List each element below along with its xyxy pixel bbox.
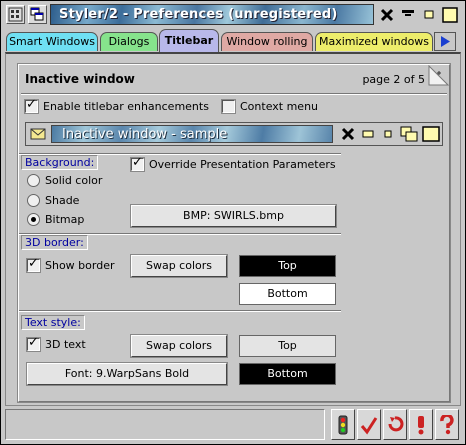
sample-minimize-icon (384, 130, 392, 138)
context-menu-checkbox[interactable] (221, 99, 236, 114)
traffic-light-icon (338, 415, 348, 435)
tab-scroll-right-button[interactable] (434, 32, 456, 51)
exclamation-icon (418, 416, 424, 435)
undo-button[interactable] (383, 409, 407, 440)
notebook-pane: Inactive window page 2 of 5 ✓ Enable tit… (5, 52, 461, 406)
border-top-color-swatch[interactable]: Top (239, 255, 336, 277)
maximize-icon[interactable] (442, 7, 458, 23)
header-divider (21, 93, 447, 95)
text3d-checkbox[interactable]: ✓ (26, 336, 41, 352)
shade-radio[interactable] (27, 194, 40, 207)
text3d-label[interactable]: 3D text (45, 338, 86, 351)
preferences-window: Styler/2 - Preferences (unregistered) Sm… (0, 0, 466, 445)
tab-bar: Smart Windows Dialogs Titlebar Window ro… (2, 29, 464, 53)
help-button[interactable] (435, 409, 459, 440)
status-bar (5, 409, 325, 440)
sample-title: Inactive window - sample (62, 127, 228, 142)
sample-maximize-icon (422, 126, 440, 142)
tab-dialogs[interactable]: Dialogs (100, 32, 158, 51)
arrow-right-icon (441, 36, 450, 47)
checkmark-icon (360, 417, 378, 435)
tab-smart-windows[interactable]: Smart Windows (6, 32, 98, 51)
envelope-icon (30, 128, 46, 140)
bitmap-radio[interactable] (27, 213, 40, 226)
title-strip[interactable]: Styler/2 - Preferences (unregistered) (50, 4, 374, 25)
border-bottom-color-swatch[interactable]: Bottom (239, 283, 336, 305)
shade-label[interactable]: Shade (45, 194, 79, 207)
enable-titlebar-checkbox[interactable]: ✓ (24, 98, 39, 114)
tab-titlebar[interactable]: Titlebar (159, 29, 219, 52)
window-title: Styler/2 - Preferences (unregistered) (59, 7, 338, 22)
page-header: Inactive window page 2 of 5 (19, 65, 449, 93)
sample-restore-icon (400, 126, 418, 142)
solid-color-label[interactable]: Solid color (45, 174, 102, 187)
titlebar-sample: Inactive window - sample (25, 122, 443, 146)
context-menu-label[interactable]: Context menu (240, 100, 318, 113)
text-bottom-color-swatch[interactable]: Bottom (239, 363, 336, 385)
hide-icon[interactable] (400, 7, 416, 23)
title-bar[interactable]: Styler/2 - Preferences (unregistered) (2, 2, 464, 27)
border-swap-colors-button[interactable]: Swap colors (130, 254, 228, 278)
close-icon[interactable] (379, 7, 395, 23)
text-swap-colors-button[interactable]: Swap colors (130, 334, 228, 358)
tab-window-rolling[interactable]: Window rolling (221, 32, 313, 51)
text-top-color-swatch[interactable]: Top (239, 335, 336, 357)
tab-maximized-windows[interactable]: Maximized windows (315, 32, 433, 51)
sample-close-icon (341, 127, 355, 141)
bitmap-label[interactable]: Bitmap (45, 213, 84, 226)
bitmap-file-button[interactable]: BMP: SWIRLS.bmp (130, 204, 337, 228)
border-group-label: 3D border: (21, 235, 88, 250)
apply-button[interactable] (357, 409, 381, 440)
traffic-light-button[interactable] (331, 409, 355, 440)
windows-icon[interactable] (28, 5, 47, 24)
enable-titlebar-label[interactable]: Enable titlebar enhancements (43, 100, 209, 113)
system-menu-icon[interactable] (6, 5, 25, 24)
settings-page: Inactive window page 2 of 5 ✓ Enable tit… (17, 63, 451, 403)
page-title: Inactive window (25, 72, 135, 86)
font-button[interactable]: Font: 9.WarpSans Bold (26, 362, 228, 386)
page-indicator: page 2 of 5 (362, 73, 425, 86)
textstyle-divider (19, 310, 341, 312)
show-border-checkbox[interactable]: ✓ (26, 257, 41, 273)
defaults-button[interactable] (409, 409, 433, 440)
sample-hide-icon (362, 130, 374, 138)
background-group-label: Background: (21, 155, 99, 170)
override-pp-checkbox[interactable]: ✓ (130, 156, 145, 172)
solid-color-radio[interactable] (27, 174, 40, 187)
sample-title-strip: Inactive window - sample (51, 125, 333, 143)
page-turn-icon[interactable] (427, 65, 449, 87)
show-border-label[interactable]: Show border (45, 259, 115, 272)
question-icon (440, 415, 454, 435)
minimize-icon[interactable] (421, 7, 437, 23)
override-pp-label[interactable]: Override Presentation Parameters (149, 158, 336, 171)
undo-icon (388, 416, 404, 432)
textstyle-group-label: Text style: (21, 315, 85, 330)
